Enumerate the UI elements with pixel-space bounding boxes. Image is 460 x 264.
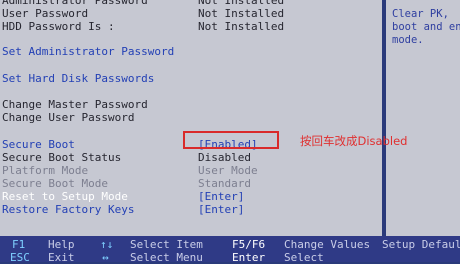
setting-value[interactable]: Standard xyxy=(198,177,251,190)
enter-key[interactable]: Enter xyxy=(232,251,265,264)
help-text: Clear PK, boot and en mode. xyxy=(392,8,460,46)
setting-label: Set Hard Disk Passwords xyxy=(2,72,155,85)
setting-value[interactable]: [Enter] xyxy=(198,203,244,216)
setting-label: User Password xyxy=(2,7,89,20)
enter-desc: Select xyxy=(284,251,324,264)
setting-label: Administrator Password xyxy=(2,0,148,7)
setting-row[interactable]: HDD Password Is : Not Installed xyxy=(2,20,284,33)
setting-label: Platform Mode xyxy=(2,164,89,177)
setting-label: Secure Boot Status xyxy=(2,151,122,164)
annotation-highlight-box xyxy=(183,131,279,149)
setting-row[interactable]: Reset to Setup Mode [Enter] xyxy=(2,190,244,203)
setting-row[interactable]: User Password Not Installed xyxy=(2,7,284,20)
setting-row[interactable]: Secure Boot Status Disabled xyxy=(2,151,251,164)
setting-label: Secure Boot Mode xyxy=(2,177,108,190)
setting-label: Set Administrator Password xyxy=(2,45,175,58)
help-panel: Clear PK, boot and en mode. xyxy=(384,0,460,236)
f5f6-desc: Change Values xyxy=(284,238,371,251)
setting-value[interactable]: [Enter] xyxy=(198,190,244,203)
setting-label: Change Master Password xyxy=(2,98,148,111)
setting-row[interactable]: Change User Password xyxy=(2,111,134,124)
setting-row[interactable]: Platform Mode User Mode xyxy=(2,164,258,177)
setting-label: Secure Boot xyxy=(2,138,75,151)
setting-row[interactable]: Secure Boot Mode Standard xyxy=(2,177,251,190)
settings-panel: Administrator Password Not Installed User … xyxy=(0,0,382,236)
annotation-text: 按回车改成Disabled xyxy=(300,134,408,148)
setting-row[interactable]: Set Hard Disk Passwords xyxy=(2,72,154,85)
esc-desc: Exit xyxy=(48,251,75,264)
setting-value[interactable]: Not Installed xyxy=(198,20,284,33)
f5f6-key[interactable]: F5/F6 xyxy=(232,238,265,251)
setting-value[interactable]: Not Installed xyxy=(198,7,284,20)
updown-key[interactable]: ↑↓ xyxy=(100,238,113,251)
setting-row[interactable]: Change Master Password xyxy=(2,98,148,111)
updown-desc: Select Item xyxy=(130,238,203,251)
setting-value[interactable]: User Mode xyxy=(198,164,258,177)
setting-label: HDD Password Is : xyxy=(2,20,115,33)
setting-label: Change User Password xyxy=(2,111,135,124)
setting-row[interactable]: Restore Factory Keys [Enter] xyxy=(2,203,244,216)
setup-defaults-desc: Setup Defaults xyxy=(382,238,460,251)
setting-label: Restore Factory Keys xyxy=(2,203,135,216)
setting-row[interactable]: Set Administrator Password xyxy=(2,45,174,58)
setting-row[interactable]: Secure Boot [Enabled] xyxy=(2,138,258,151)
footer-bar: F1 Help ESC Exit ↑↓ Select Item ↔ Select… xyxy=(0,236,460,264)
setting-value[interactable]: Not Installed xyxy=(198,0,284,7)
bios-screen: Administrator Password Not Installed User … xyxy=(0,0,460,264)
setting-row[interactable]: Administrator Password Not Installed xyxy=(2,0,284,7)
leftright-key[interactable]: ↔ xyxy=(102,251,109,264)
setting-value[interactable]: Disabled xyxy=(198,151,251,164)
esc-key[interactable]: ESC xyxy=(10,251,30,264)
setting-label: Reset to Setup Mode xyxy=(2,190,128,203)
leftright-desc: Select Menu xyxy=(130,251,203,264)
f1-key[interactable]: F1 xyxy=(12,238,25,251)
f1-desc: Help xyxy=(48,238,75,251)
